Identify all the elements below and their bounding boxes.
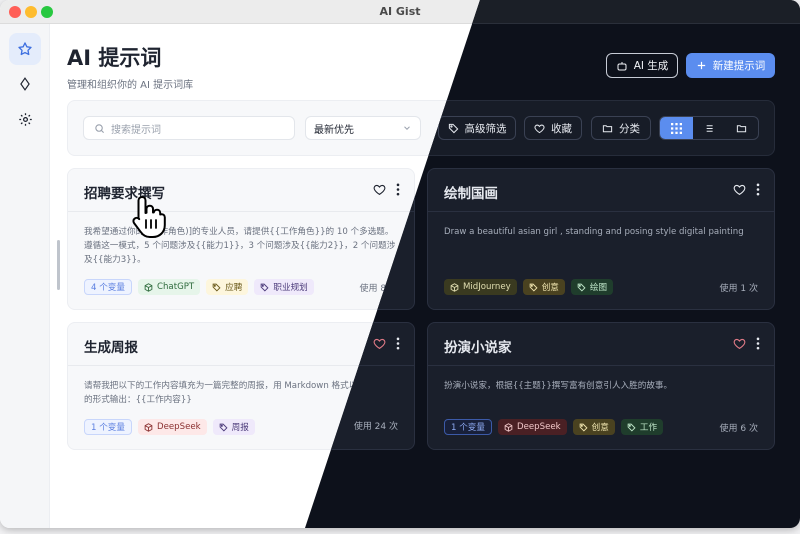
category-tag[interactable]: 工作 (620, 419, 664, 435)
category-tag[interactable]: 职业规划 (254, 279, 314, 295)
model-tag[interactable]: MidJourney (444, 279, 517, 295)
card-title: 扮演小说家 (444, 340, 512, 356)
cube-icon (144, 282, 153, 292)
category-tag[interactable]: 创意 (572, 419, 615, 435)
page-title: AI 提示词 (67, 46, 162, 70)
scrollbar[interactable] (57, 240, 60, 290)
usage-count: 使用 6 次 (719, 423, 758, 434)
tag-icon (577, 283, 586, 292)
cube-icon (450, 282, 459, 292)
folder-icon (602, 124, 613, 132)
diamond-icon (20, 77, 30, 91)
list-icon (704, 124, 714, 132)
card-description: Draw a beautiful asian girl , standing a… (444, 227, 744, 237)
prompt-card[interactable]: 扮演小说家 扮演小说家，根据{{主题}}撰写富有创意引人入胜的故事。 1 个变量… (427, 322, 775, 450)
more-vertical-icon[interactable] (756, 183, 760, 196)
star-icon (18, 42, 32, 56)
grid-icon (670, 122, 682, 134)
category-tag[interactable]: 应聘 (206, 279, 249, 295)
usage-count: 使用 1 次 (719, 283, 758, 294)
heart-icon[interactable] (733, 337, 746, 350)
variable-count-badge: 4 个变量 (84, 279, 132, 295)
variable-count-badge: 1 个变量 (84, 419, 132, 435)
tag-icon (627, 423, 636, 432)
sidebar-item-models[interactable] (9, 68, 41, 100)
model-tag[interactable]: DeepSeek (497, 419, 567, 435)
plus-icon (697, 61, 705, 70)
favorites-filter-button[interactable]: 收藏 (524, 116, 582, 140)
tag-icon (219, 423, 228, 432)
grid-view-button[interactable] (660, 117, 693, 139)
card-title: 绘制国画 (444, 186, 498, 202)
sort-select[interactable]: 最新优先 (305, 116, 421, 140)
advanced-filter-button[interactable]: 高级筛选 (438, 116, 516, 140)
view-mode-toggle (659, 116, 759, 140)
more-vertical-icon[interactable] (396, 337, 400, 350)
more-vertical-icon[interactable] (396, 183, 400, 196)
search-input[interactable]: 搜索提示词 (83, 116, 295, 140)
usage-count: 使用 24 次 (353, 422, 398, 432)
search-placeholder: 搜索提示词 (111, 124, 161, 136)
folder-view-button[interactable] (725, 117, 758, 139)
tag-icon (212, 283, 221, 292)
tag-icon (448, 123, 458, 133)
robot-icon (617, 61, 627, 70)
prompt-card[interactable]: 绘制国画 Draw a beautiful asian girl , stand… (427, 168, 775, 310)
sidebar-item-prompts[interactable] (9, 33, 41, 65)
sidebar-item-settings[interactable] (9, 103, 41, 135)
category-filter-button[interactable]: 分类 (591, 116, 651, 140)
new-prompt-button[interactable]: 新建提示词 (686, 53, 775, 78)
model-tag[interactable]: ChatGPT (137, 279, 201, 295)
heart-icon (534, 124, 545, 133)
heart-icon[interactable] (373, 337, 386, 350)
folder-icon (736, 124, 747, 132)
prompt-card[interactable]: 招聘要求撰写 我希望通过你的[(工作角色)]的专业人员，请提供{{工作角色}}的… (67, 168, 415, 310)
page-subtitle: 管理和组织你的 AI 提示词库 (67, 80, 194, 91)
more-vertical-icon[interactable] (756, 337, 760, 350)
heart-icon[interactable] (373, 183, 386, 196)
search-icon (95, 123, 105, 133)
list-view-button[interactable] (693, 117, 726, 139)
app-window: AI Gist AI 提示词 管理和组织你的 AI 提示词库 搜索提示词 最新优… (0, 0, 800, 528)
category-tag[interactable]: 绘图 (570, 279, 614, 295)
sidebar (0, 24, 50, 528)
hand-cursor-icon (132, 196, 166, 238)
ai-generate-button[interactable]: AI 生成 (606, 53, 678, 78)
sort-value: 最新优先 (314, 124, 354, 136)
gear-icon (18, 112, 32, 126)
category-tag[interactable]: 周报 (212, 419, 255, 435)
card-title: 生成周报 (84, 340, 138, 356)
tag-icon (261, 283, 269, 292)
chevron-down-icon (404, 126, 410, 130)
category-tag[interactable]: 创意 (522, 279, 565, 295)
variable-count-badge: 1 个变量 (444, 419, 492, 435)
tag-icon (579, 423, 588, 432)
cube-icon (144, 422, 153, 432)
model-tag[interactable]: DeepSeek (137, 419, 207, 435)
card-description: 扮演小说家，根据{{主题}}撰写富有创意引人入胜的故事。 (444, 381, 673, 391)
tag-icon (529, 283, 538, 292)
cube-icon (504, 422, 513, 432)
heart-icon[interactable] (733, 183, 746, 196)
